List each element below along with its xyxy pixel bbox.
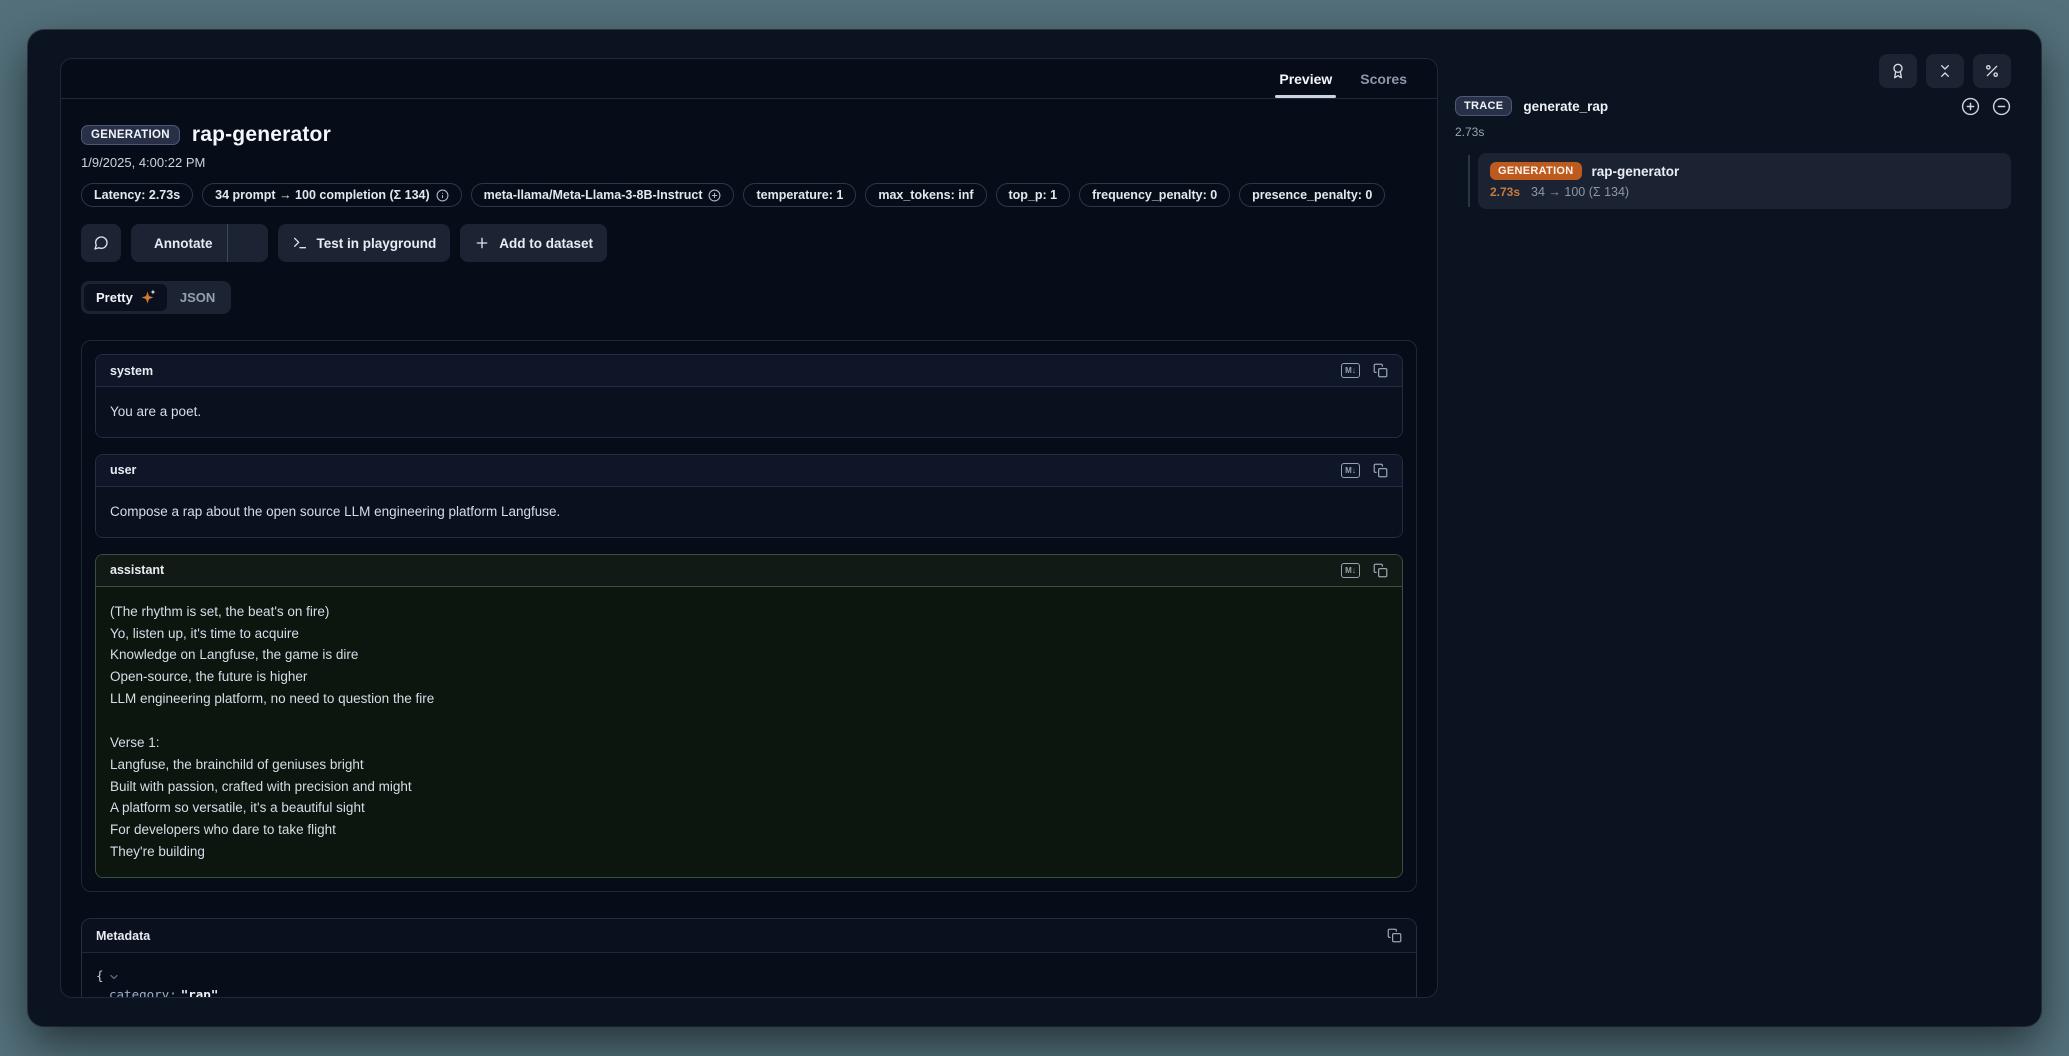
plus-icon — [474, 235, 490, 251]
observation-panel: Preview Scores GENERATION rap-generator … — [60, 58, 1438, 998]
window-actions — [1879, 54, 2011, 88]
pill-model-label: meta-llama/Meta-Llama-3-8B-Instruct — [484, 188, 703, 202]
annotation-queue-button[interactable] — [1879, 54, 1917, 88]
trace-name[interactable]: generate_rap — [1523, 99, 1608, 114]
add-to-dataset-button[interactable]: Add to dataset — [460, 224, 607, 262]
messages-container: system M↓ You are a poet. user M↓ — [81, 340, 1417, 892]
message-user: user M↓ Compose a rap about the open sou… — [95, 454, 1403, 538]
pill-top-p: top_p: 1 — [996, 183, 1071, 207]
info-icon — [436, 189, 449, 202]
copy-icon[interactable] — [1373, 463, 1388, 478]
comments-button[interactable] — [81, 224, 121, 262]
pill-latency: Latency: 2.73s — [81, 183, 193, 207]
trace-type-badge: TRACE — [1455, 96, 1512, 116]
test-in-playground-button[interactable]: Test in playground — [278, 224, 451, 262]
pill-temperature: temperature: 1 — [743, 183, 856, 207]
pretty-label: Pretty — [96, 290, 133, 305]
markdown-toggle-icon[interactable]: M↓ — [1341, 463, 1360, 478]
markdown-toggle-icon[interactable]: M↓ — [1341, 363, 1360, 378]
panel-tabs-header: Preview Scores — [61, 59, 1437, 99]
add-to-dataset-label: Add to dataset — [499, 236, 593, 251]
markdown-toggle-icon[interactable]: M↓ — [1341, 563, 1360, 578]
tab-preview[interactable]: Preview — [1265, 59, 1346, 98]
view-mode-toggle: Pretty JSON — [81, 281, 231, 314]
message-role: assistant — [110, 563, 164, 577]
pill-temperature-label: temperature: 1 — [756, 188, 843, 202]
generation-node-badge: GENERATION — [1490, 162, 1582, 180]
json-key: category: — [109, 986, 177, 998]
pill-top-p-label: top_p: 1 — [1009, 188, 1058, 202]
pill-latency-label: Latency: 2.73s — [94, 188, 180, 202]
parameter-pills: Latency: 2.73s 34 prompt → 100 completio… — [81, 183, 1417, 207]
award-icon — [1890, 63, 1906, 79]
copy-icon[interactable] — [1373, 563, 1388, 578]
message-assistant: assistant M↓ (The rhythm is set, the bea… — [95, 554, 1403, 878]
pill-frequency-penalty: frequency_penalty: 0 — [1079, 183, 1230, 207]
test-in-playground-label: Test in playground — [317, 236, 437, 251]
metadata-header: Metadata — [82, 919, 1416, 953]
pill-max-tokens-label: max_tokens: inf — [878, 188, 973, 202]
message-user-header: user M↓ — [96, 455, 1402, 487]
pill-token-usage[interactable]: 34 prompt → 100 completion (Σ 134) — [202, 183, 462, 207]
collapse-panel-button[interactable] — [1926, 54, 1964, 88]
copy-icon[interactable] — [1387, 928, 1402, 943]
metadata-card: Metadata { category: "rap" } — [81, 918, 1417, 998]
pill-frequency-penalty-label: frequency_penalty: 0 — [1092, 188, 1217, 202]
tab-scores[interactable]: Scores — [1346, 59, 1421, 98]
trace-tree-sidebar: TRACE generate_rap 2.73s GENERATION rap-… — [1455, 96, 2011, 209]
json-value: "rap" — [181, 986, 219, 998]
metrics-toggle-button[interactable] — [1973, 54, 2011, 88]
panel-body: GENERATION rap-generator 1/9/2025, 4:00:… — [61, 99, 1437, 998]
message-content: You are a poet. — [96, 387, 1402, 437]
chat-bubble-icon — [93, 235, 109, 251]
pill-max-tokens: max_tokens: inf — [865, 183, 986, 207]
terminal-icon — [292, 235, 308, 251]
message-content: Compose a rap about the open source LLM … — [96, 487, 1402, 537]
generation-type-badge: GENERATION — [81, 125, 180, 145]
tree-connector-line — [1468, 155, 1470, 207]
observation-tree: GENERATION rap-generator 2.73s 34 → 100 … — [1455, 153, 2011, 209]
timestamp: 1/9/2025, 4:00:22 PM — [81, 155, 1417, 170]
chevron-down-icon — [241, 236, 255, 250]
annotate-button[interactable]: Annotate — [131, 224, 227, 262]
pill-model[interactable]: meta-llama/Meta-Llama-3-8B-Instruct — [471, 183, 735, 207]
pill-token-usage-label: 34 prompt → 100 completion (Σ 134) — [215, 188, 430, 202]
metadata-title: Metadata — [96, 929, 150, 943]
collapse-all-icon[interactable] — [1992, 97, 2011, 116]
pretty-view-toggle[interactable]: Pretty — [84, 284, 167, 311]
message-system-header: system M↓ — [96, 355, 1402, 387]
tree-node-generation[interactable]: GENERATION rap-generator 2.73s 34 → 100 … — [1478, 153, 2011, 209]
trace-latency: 2.73s — [1455, 125, 2011, 139]
metadata-json: { category: "rap" } — [82, 953, 1416, 998]
trace-detail-window: Preview Scores GENERATION rap-generator … — [28, 30, 2041, 1026]
expand-all-icon[interactable] — [1961, 97, 1980, 116]
page-title: rap-generator — [192, 123, 331, 147]
pill-presence-penalty-label: presence_penalty: 0 — [1252, 188, 1372, 202]
message-content: (The rhythm is set, the beat's on fire) … — [96, 587, 1402, 877]
message-system: system M↓ You are a poet. — [95, 354, 1403, 438]
collapse-node-icon[interactable] — [108, 971, 120, 983]
annotate-split-button: Annotate — [131, 224, 268, 262]
generation-node-tokens: 34 → 100 (Σ 134) — [1531, 185, 1629, 199]
generation-node-name: rap-generator — [1592, 164, 1680, 179]
action-toolbar: Annotate Test in playground Add to datas… — [81, 224, 1417, 262]
copy-icon[interactable] — [1373, 363, 1388, 378]
pill-presence-penalty: presence_penalty: 0 — [1239, 183, 1385, 207]
percent-icon — [1984, 63, 2000, 79]
generation-node-latency: 2.73s — [1490, 185, 1520, 199]
json-open-brace: { — [96, 967, 104, 986]
annotate-label: Annotate — [154, 236, 213, 251]
message-assistant-header: assistant M↓ — [96, 555, 1402, 587]
plus-circle-icon — [708, 189, 721, 202]
chevrons-collapse-icon — [1937, 63, 1953, 79]
annotate-dropdown-button[interactable] — [228, 224, 268, 262]
json-view-toggle[interactable]: JSON — [167, 284, 228, 311]
sparkles-icon — [140, 290, 155, 305]
message-role: user — [110, 463, 136, 477]
message-role: system — [110, 364, 153, 378]
